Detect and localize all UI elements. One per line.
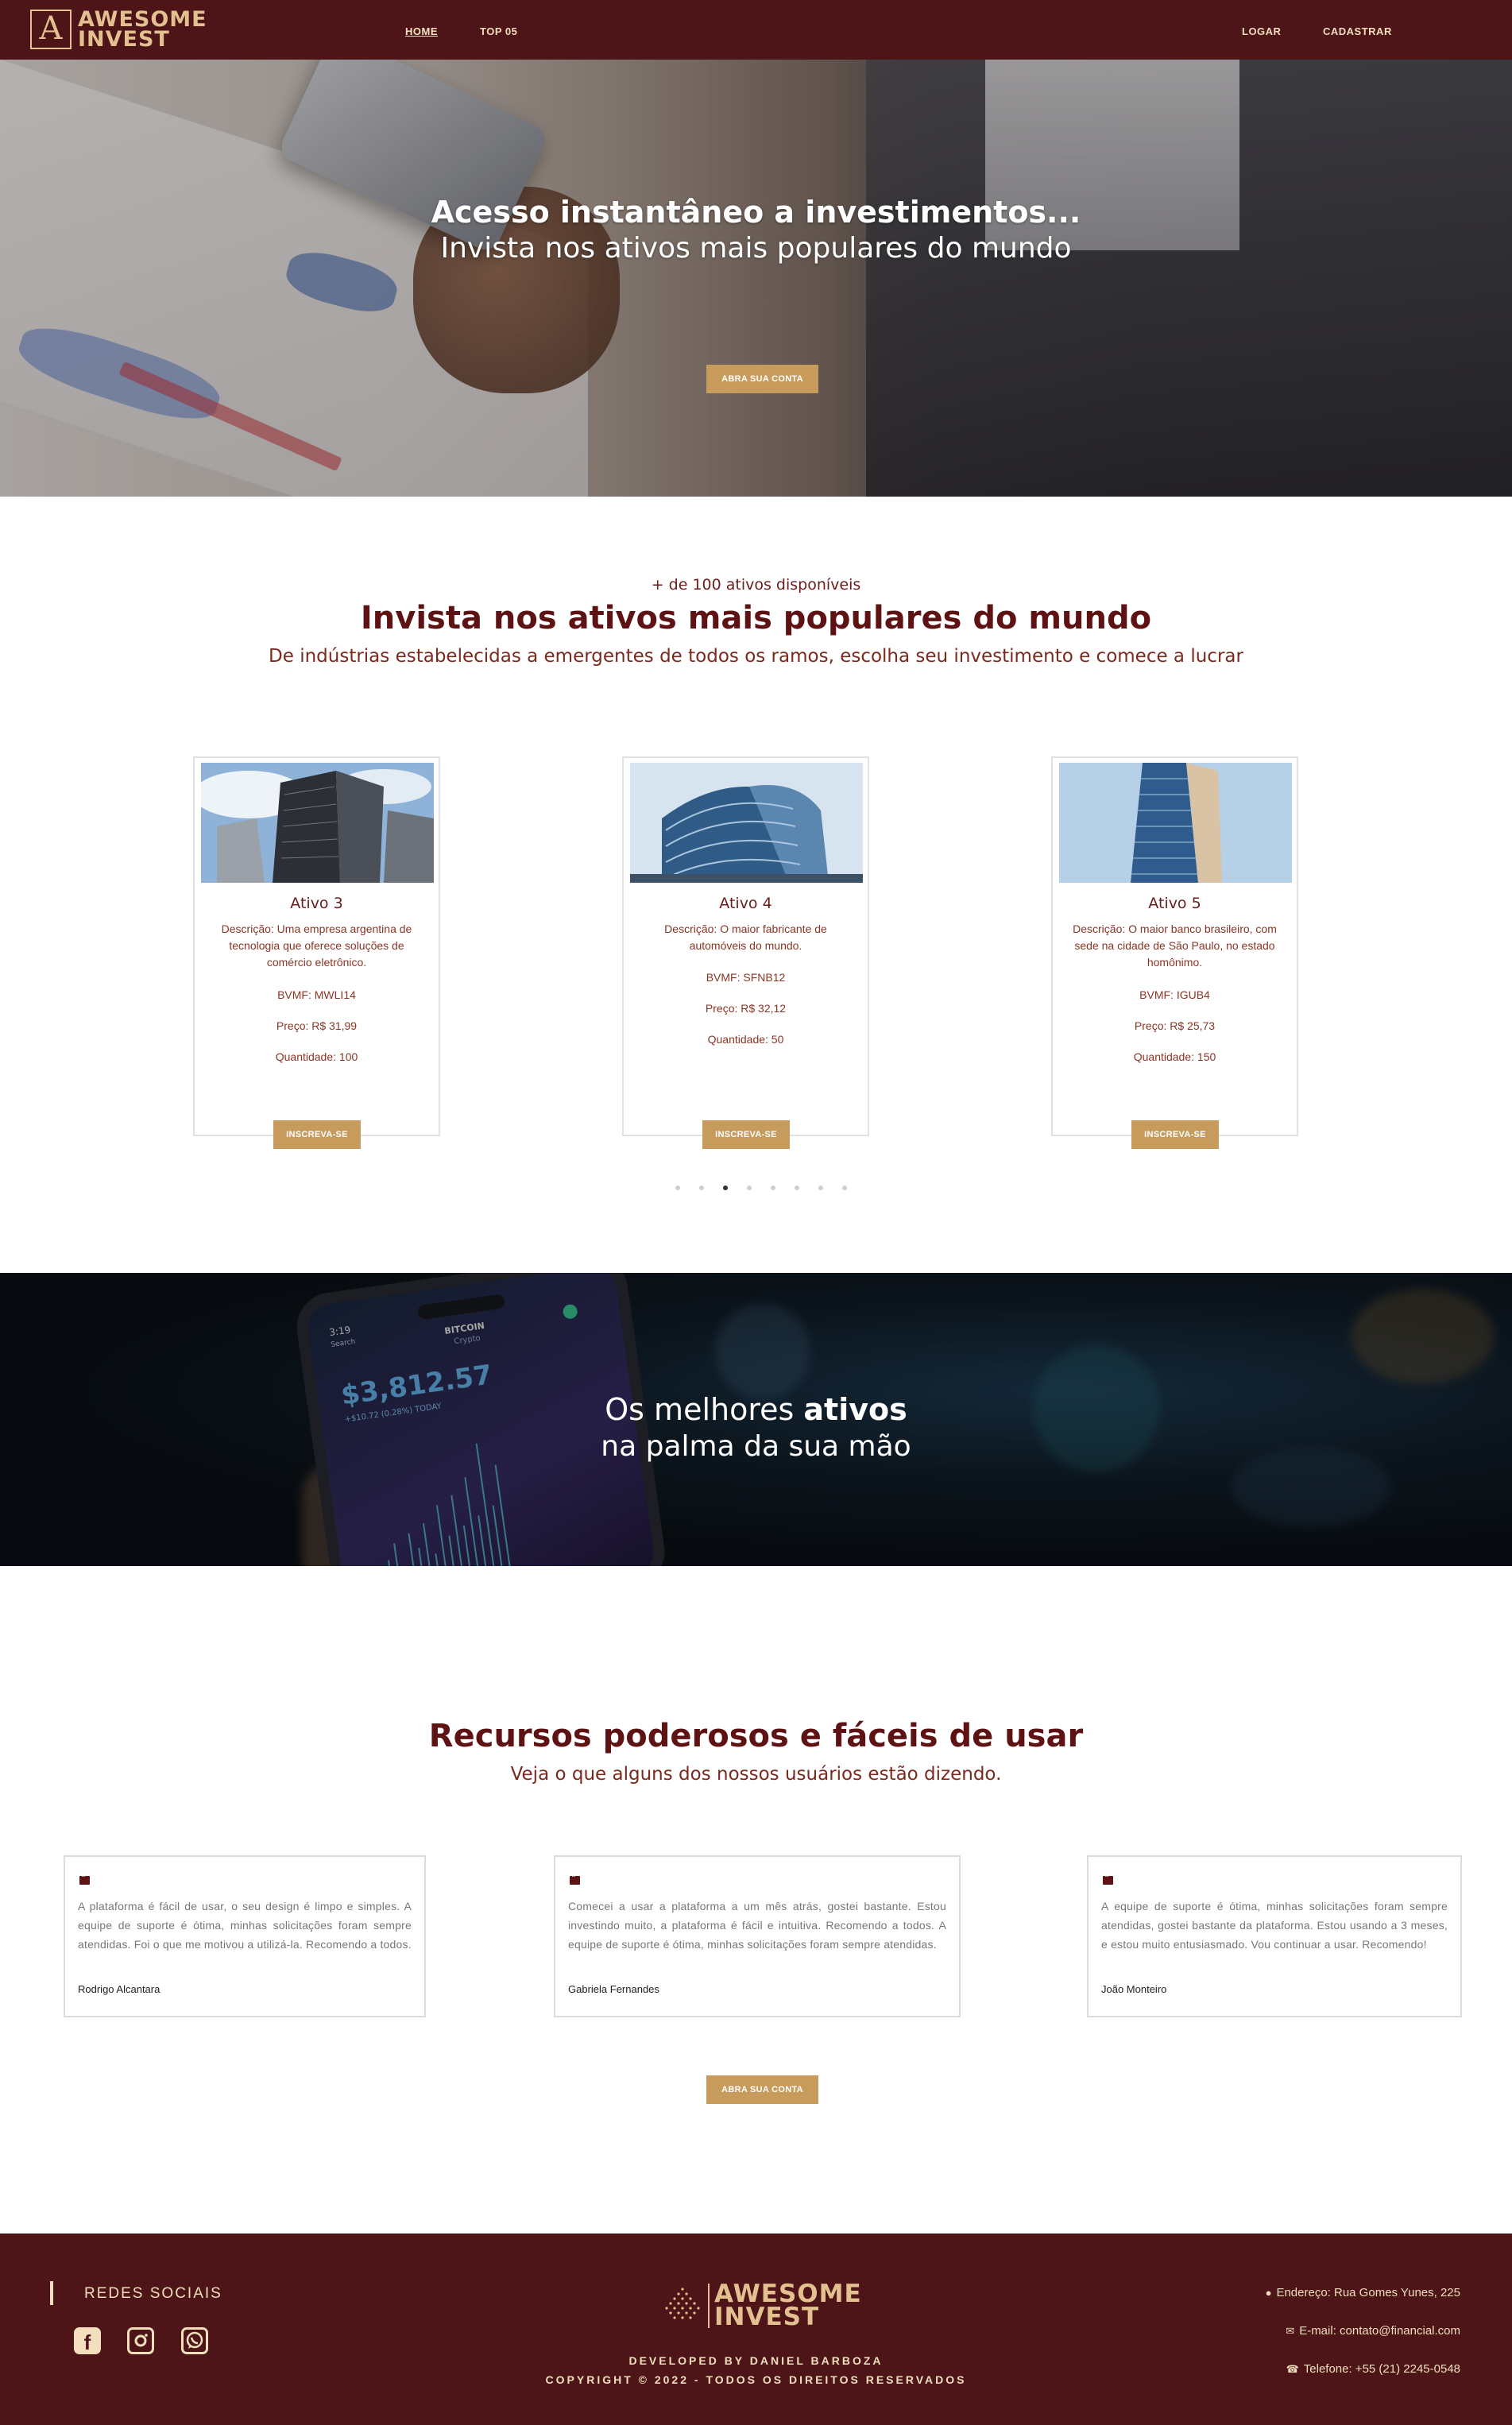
asset-image (201, 763, 434, 883)
asset-code: BVMF: MWLI14 (277, 988, 356, 1001)
contact-phone[interactable]: ☎ Telefone: +55 (21) 2245-0548 (1286, 2362, 1460, 2376)
quote-icon (79, 1873, 90, 1885)
nav-link-top05[interactable]: TOP 05 (480, 25, 517, 37)
asset-image (630, 763, 863, 883)
carousel-dot[interactable] (699, 1185, 704, 1190)
banner-heading: Os melhores ativos (0, 1392, 1512, 1427)
asset-price: Preço: R$ 32,12 (705, 1002, 787, 1015)
top-navbar: A AWESOME INVEST HOME TOP 05 LOGAR CADAS… (0, 0, 1512, 60)
asset-price: Preço: R$ 31,99 (276, 1019, 358, 1032)
testimonial-text: Comecei a usar a plataforma a um mês atr… (568, 1900, 946, 1951)
contact-email[interactable]: ✉ E-mail: contato@financial.com (1286, 2324, 1460, 2338)
carousel-dot[interactable] (795, 1185, 799, 1190)
asset-card: Ativo 3 Descrição: Uma empresa argentina… (193, 756, 440, 1149)
contact-address: ● Endereço: Rua Gomes Yunes, 225 (1266, 2286, 1460, 2299)
asset-price: Preço: R$ 25,73 (1134, 1019, 1216, 1032)
asset-quantity: Quantidade: 150 (1133, 1050, 1216, 1063)
hero-overlay (0, 60, 1512, 497)
asset-description: Descrição: Uma empresa argentina de tecn… (221, 922, 412, 969)
carousel-dot[interactable] (842, 1185, 847, 1190)
subscribe-button[interactable]: INSCREVA-SE (702, 1120, 790, 1149)
asset-card: Ativo 5 Descrição: O maior banco brasile… (1051, 756, 1298, 1149)
banner-subheading: na palma da sua mão (601, 1430, 911, 1463)
subscribe-button[interactable]: INSCREVA-SE (1131, 1120, 1219, 1149)
open-account-button[interactable]: ABRA SUA CONTA (706, 365, 818, 393)
features-subtitle: Veja o que alguns dos nossos usuários es… (510, 1764, 1002, 1785)
phone-text[interactable]: Telefone: +55 (21) 2245-0548 (1304, 2362, 1460, 2376)
signup-link[interactable]: CADASTRAR (1323, 25, 1392, 37)
assets-kicker: + de 100 ativos disponíveis (651, 576, 861, 594)
logo-line2: INVEST (78, 27, 170, 52)
quote-icon (1103, 1873, 1113, 1885)
footer-logo: AWESOME INVEST (662, 2282, 862, 2331)
quote-icon (570, 1873, 580, 1885)
footer-logo-line2: INVEST (714, 2303, 820, 2331)
footer-logo-text: AWESOME INVEST (714, 2282, 862, 2331)
login-link[interactable]: LOGAR (1242, 25, 1281, 37)
hero-title: Acesso instantâneo a investimentos... (431, 195, 1081, 230)
envelope-icon: ✉ (1286, 2325, 1295, 2337)
asset-quantity: Quantidade: 100 (275, 1050, 358, 1063)
carousel-dot-active[interactable] (723, 1185, 728, 1190)
footer-logo-divider (708, 2284, 710, 2328)
brand-logo[interactable]: A AWESOME INVEST (30, 9, 207, 52)
facebook-icon[interactable]: f (74, 2327, 101, 2354)
testimonial-author: Gabriela Fernandes (568, 1983, 659, 1995)
footer-logo-mark (662, 2283, 703, 2329)
open-account-button-bottom[interactable]: ABRA SUA CONTA (706, 2075, 818, 2104)
asset-description: Descrição: O maior banco brasileiro, com… (1073, 922, 1277, 969)
carousel-dot[interactable] (747, 1185, 752, 1190)
asset-quantity: Quantidade: 50 (707, 1033, 784, 1046)
hero-section (0, 60, 1512, 497)
testimonial-author: Rodrigo Alcantara (78, 1983, 160, 1995)
phone-icon: ☎ (1286, 2363, 1299, 2375)
asset-name: Ativo 4 (719, 895, 772, 912)
carousel-dot[interactable] (818, 1185, 823, 1190)
asset-image (1059, 763, 1292, 883)
carousel-dot[interactable] (771, 1185, 775, 1190)
social-title: REDES SOCIAIS (84, 2285, 222, 2302)
asset-name: Ativo 3 (290, 895, 343, 912)
nav-link-home[interactable]: HOME (405, 25, 438, 37)
testimonial-author: João Monteiro (1101, 1983, 1167, 1995)
testimonial-card: A plataforma é fácil de usar, o seu desi… (64, 1855, 426, 2017)
email-text[interactable]: E-mail: contato@financial.com (1299, 2324, 1460, 2338)
social-accent-bar (50, 2281, 53, 2305)
carousel-dots (675, 1185, 850, 1193)
testimonial-card: A equipe de suporte é ótima, minhas soli… (1087, 1855, 1462, 2017)
asset-code: BVMF: IGUB4 (1139, 988, 1210, 1001)
testimonial-text: A equipe de suporte é ótima, minhas soli… (1101, 1900, 1448, 1951)
subscribe-button[interactable]: INSCREVA-SE (273, 1120, 361, 1149)
asset-card: Ativo 4 Descrição: O maior fabricante de… (622, 756, 869, 1149)
asset-code: BVMF: SFNB12 (706, 971, 786, 984)
features-title: Recursos poderosos e fáceis de usar (428, 1718, 1084, 1754)
asset-name: Ativo 5 (1148, 895, 1201, 912)
testimonial-text: A plataforma é fácil de usar, o seu desi… (78, 1900, 412, 1951)
asset-description: Descrição: O maior fabricante de automóv… (664, 922, 827, 952)
assets-subtitle: De indústrias estabelecidas a emergentes… (269, 646, 1243, 667)
testimonial-card: Comecei a usar a plataforma a um mês atr… (554, 1855, 961, 2017)
banner-heading-bold: ativos (803, 1392, 907, 1427)
banner-heading-normal: Os melhores (605, 1392, 804, 1427)
instagram-icon[interactable] (127, 2327, 154, 2354)
copyright: COPYRIGHT © 2022 - TODOS OS DIREITOS RES… (545, 2373, 967, 2386)
logo-mark: A (30, 10, 72, 49)
logo-text: AWESOME INVEST (78, 9, 207, 52)
carousel-dot[interactable] (675, 1185, 680, 1190)
whatsapp-icon[interactable] (181, 2327, 208, 2354)
assets-title: Invista nos ativos mais populares do mun… (360, 600, 1152, 636)
location-pin-icon: ● (1265, 2287, 1272, 2299)
hero-subtitle: Invista nos ativos mais populares do mun… (440, 232, 1072, 265)
developer-credit: DEVELOPED BY DANIEL BARBOZA (628, 2354, 884, 2367)
address-text: Endereço: Rua Gomes Yunes, 225 (1276, 2286, 1460, 2299)
